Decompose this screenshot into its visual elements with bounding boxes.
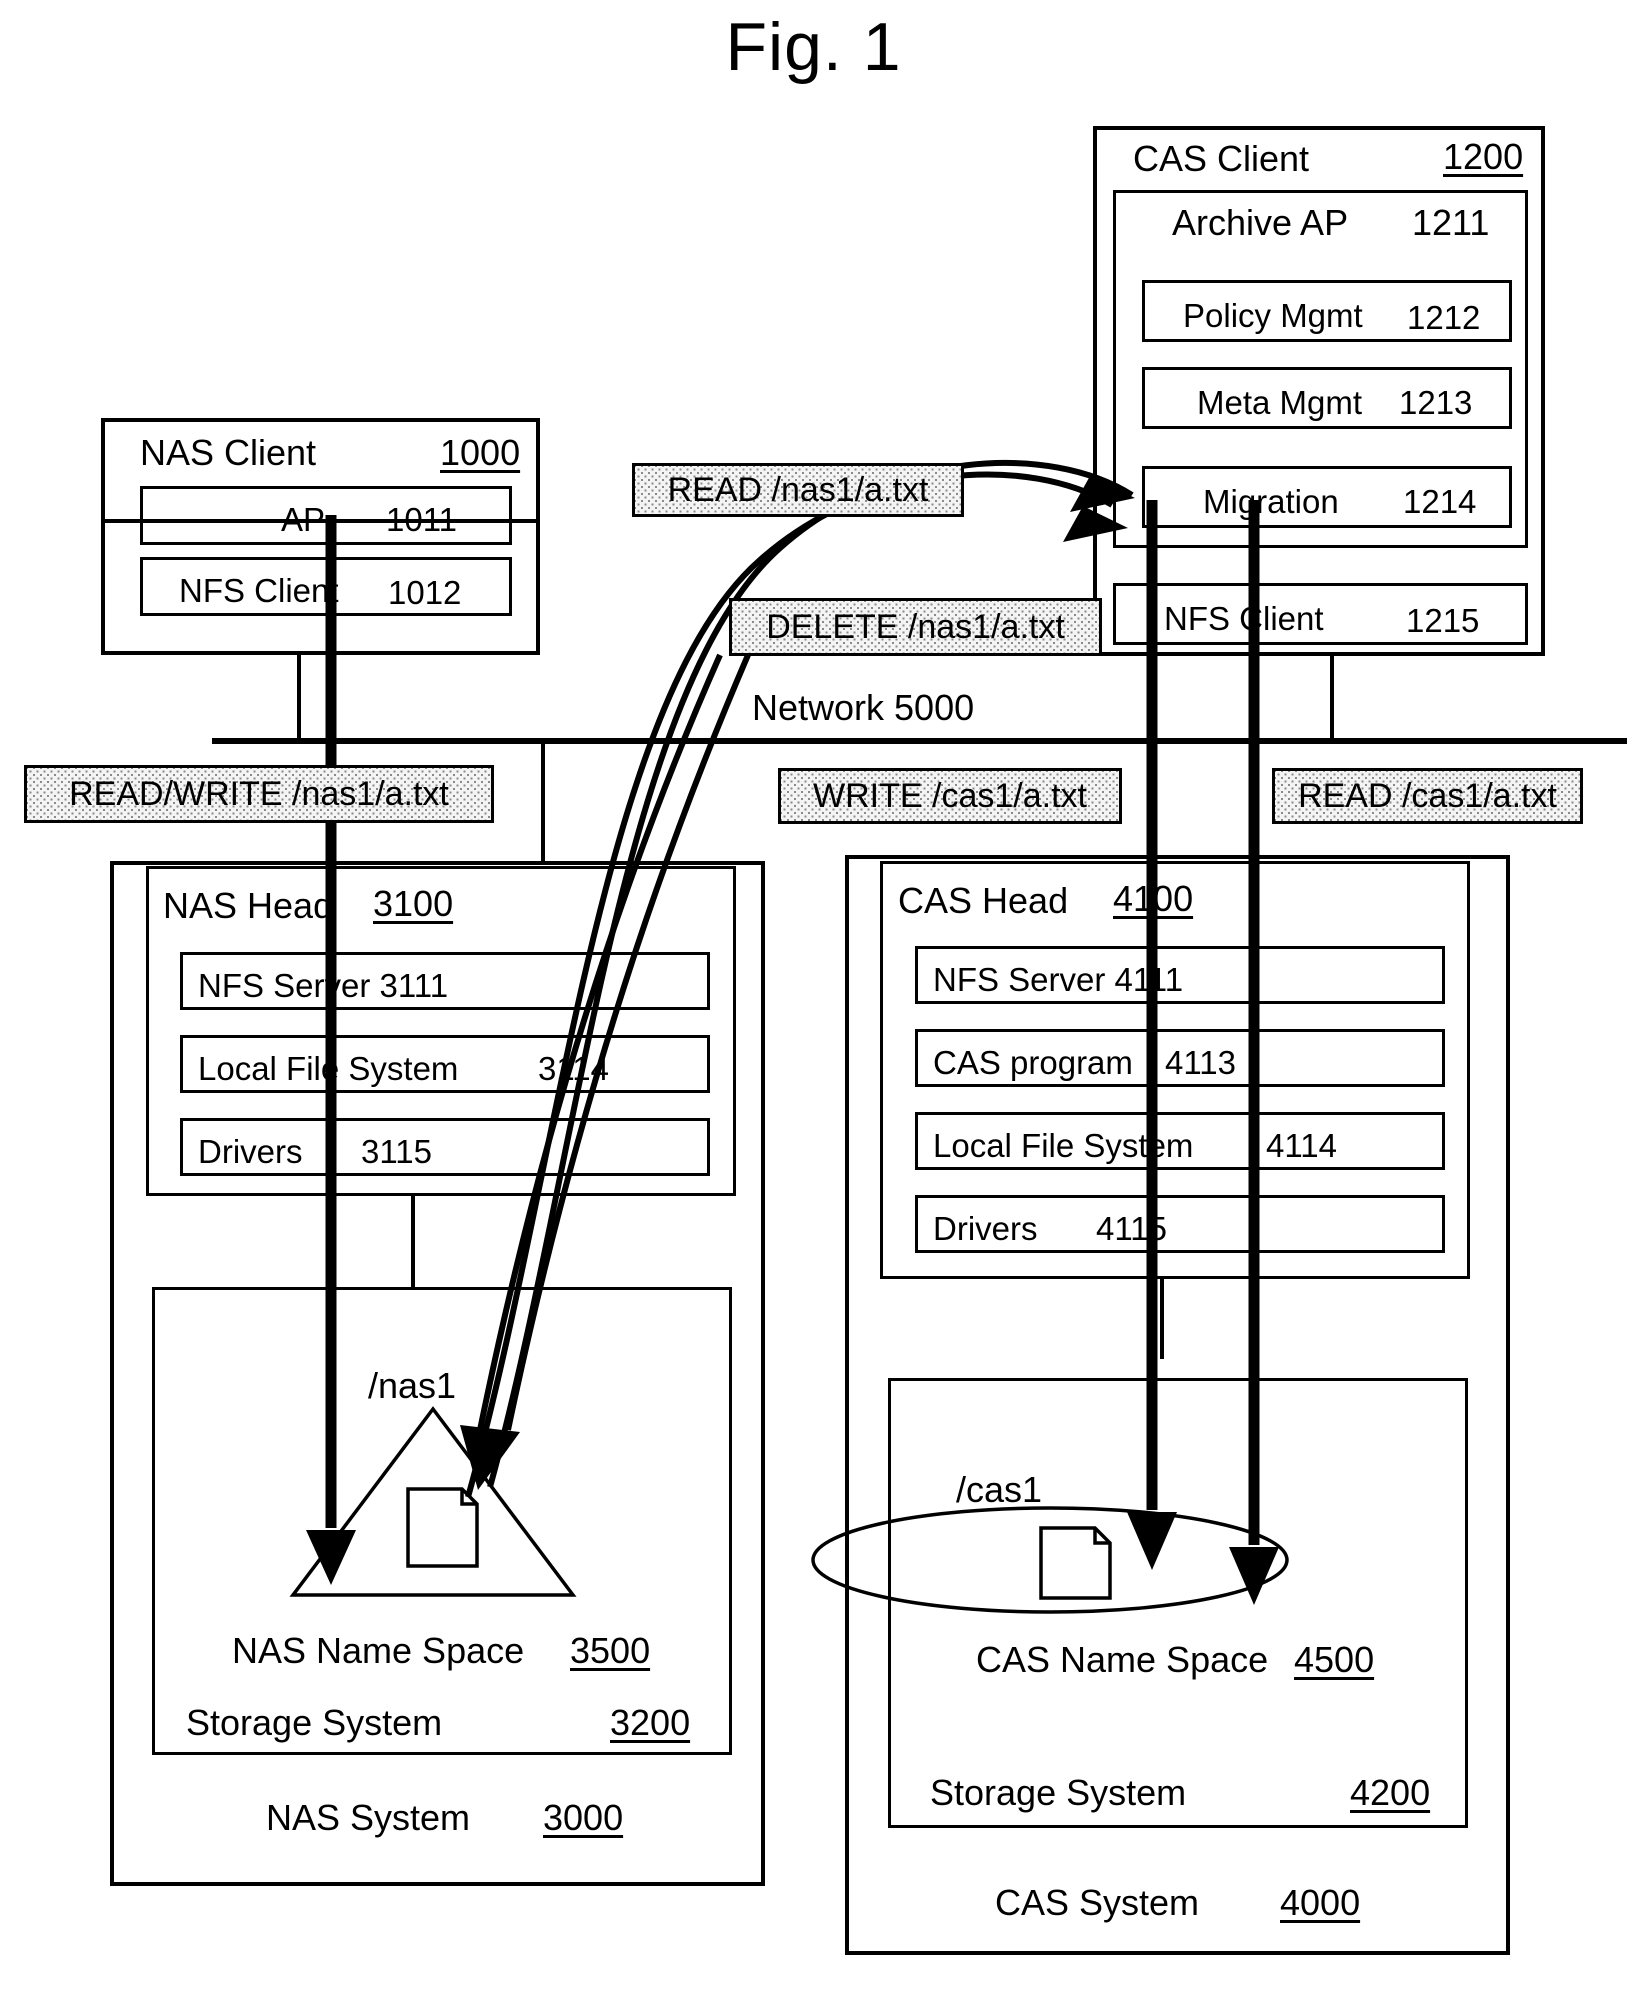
archive-module-policy-ref: 1212 — [1407, 299, 1481, 336]
archive-ap-ref: 1211 — [1412, 202, 1490, 243]
cas-head-module-nfs-server-label: NFS Server 4111 — [933, 961, 1184, 998]
nas-client-module-nfs-label: NFS Client — [179, 572, 339, 609]
cas-head-storage-link — [1160, 1279, 1164, 1359]
nas-client-module-ap-ref: 1011 — [386, 501, 457, 538]
nas-head-module-drivers-ref: 3115 — [361, 1133, 432, 1170]
cas-system-ref: 4000 — [1280, 1882, 1361, 1923]
cas-storage-ref: 4200 — [1350, 1772, 1431, 1813]
network-label: Network 5000 — [752, 687, 975, 728]
callout-write-cas: WRITE /cas1/a.txt — [778, 768, 1122, 824]
archive-module-meta: Meta Mgmt 1213 — [1142, 367, 1512, 429]
archive-module-policy-label: Policy Mgmt — [1183, 297, 1363, 334]
archive-module-policy: Policy Mgmt 1212 — [1142, 280, 1512, 342]
nas-head-module-local-fs: Local File System 3114 — [180, 1035, 710, 1093]
nas-system-ref: 3000 — [543, 1797, 624, 1838]
nas-storage-box — [152, 1287, 732, 1755]
cas-client-nfs-ref: 1215 — [1406, 602, 1480, 639]
cas-head-module-cas-program: CAS program 4113 — [915, 1029, 1445, 1087]
network-bus-line — [212, 738, 1627, 744]
nas-head-ref: 3100 — [373, 883, 454, 924]
callout-read-cas: READ /cas1/a.txt — [1272, 768, 1583, 824]
archive-module-migration: Migration 1214 — [1142, 466, 1512, 528]
nas-head-bus-leg — [541, 738, 545, 863]
nas-head-module-drivers-label: Drivers — [198, 1133, 303, 1170]
cas-head-module-cas-program-ref: 4113 — [1165, 1044, 1236, 1081]
nas-client-ref: 1000 — [440, 432, 521, 473]
cas-head-module-local-fs: Local File System 4114 — [915, 1112, 1445, 1170]
cas-head-title: CAS Head — [898, 880, 1069, 921]
nas-head-module-nfs-server: NFS Server 3111 — [180, 952, 710, 1010]
cas-head-module-nfs-server: NFS Server 4111 — [915, 946, 1445, 1004]
archive-ap-label: Archive AP — [1172, 202, 1349, 243]
cas-head-module-drivers-ref: 4115 — [1096, 1210, 1167, 1247]
cas-head-ref: 4100 — [1113, 878, 1194, 919]
cas-head-bus-leg-2 — [1254, 740, 1258, 788]
archive-module-meta-label: Meta Mgmt — [1197, 384, 1363, 421]
nas-system-label: NAS System — [266, 1797, 471, 1838]
nas-head-module-drivers: Drivers 3115 — [180, 1118, 710, 1176]
nas-client-bus-leg — [297, 655, 301, 740]
nas-head-module-local-fs-label: Local File System — [198, 1050, 459, 1087]
cas-client-ref: 1200 — [1443, 136, 1524, 177]
cas-client-nfs-box: NFS Client 1215 — [1113, 583, 1528, 645]
nas-client-module-nfs-ref: 1012 — [388, 574, 462, 611]
nas-head-module-nfs-server-label: NFS Server 3111 — [198, 967, 449, 1004]
cas-storage-box — [888, 1378, 1468, 1828]
cas-namespace-path: /cas1 — [956, 1469, 1043, 1510]
nas-namespace-label: NAS Name Space — [232, 1630, 525, 1671]
nas-head-title: NAS Head — [163, 885, 334, 926]
cas-namespace-ref: 4500 — [1294, 1639, 1375, 1680]
nas-head-module-local-fs-ref: 3114 — [538, 1050, 609, 1087]
cas-head-module-local-fs-ref: 4114 — [1266, 1127, 1337, 1164]
nas-client-module-ap-label: AP — [281, 501, 326, 538]
cas-storage-label: Storage System — [930, 1772, 1187, 1813]
nas-client-module-nfs: NFS Client 1012 — [140, 557, 512, 616]
callout-read-write-nas: READ/WRITE /nas1/a.txt — [24, 765, 494, 823]
callout-read-nas: READ /nas1/a.txt — [632, 463, 964, 517]
nas-client-title: NAS Client — [140, 432, 317, 473]
cas-head-module-drivers-label: Drivers — [933, 1210, 1038, 1247]
cas-client-title: CAS Client — [1133, 138, 1310, 179]
cas-namespace-label: CAS Name Space — [976, 1639, 1269, 1680]
nas-client-module-ap: AP 1011 — [140, 486, 512, 545]
archive-module-meta-ref: 1213 — [1399, 384, 1473, 421]
cas-head-module-local-fs-label: Local File System — [933, 1127, 1194, 1164]
cas-client-nfs-label: NFS Client — [1164, 600, 1324, 637]
cas-system-label: CAS System — [995, 1882, 1200, 1923]
nas-head-storage-link — [411, 1196, 415, 1287]
cas-head-module-drivers: Drivers 4115 — [915, 1195, 1445, 1253]
callout-delete-nas: DELETE /nas1/a.txt — [729, 598, 1102, 656]
nas-namespace-ref: 3500 — [570, 1630, 651, 1671]
archive-module-migration-ref: 1214 — [1403, 483, 1477, 520]
figure-title: Fig. 1 — [725, 9, 902, 85]
cas-client-bus-leg — [1330, 656, 1334, 740]
nas-storage-label: Storage System — [186, 1702, 443, 1743]
cas-head-bus-leg — [1152, 740, 1156, 862]
archive-module-migration-label: Migration — [1203, 483, 1339, 520]
nas-namespace-path: /nas1 — [368, 1365, 457, 1406]
nas-storage-ref: 3200 — [610, 1702, 691, 1743]
cas-head-module-cas-program-label: CAS program — [933, 1044, 1133, 1081]
